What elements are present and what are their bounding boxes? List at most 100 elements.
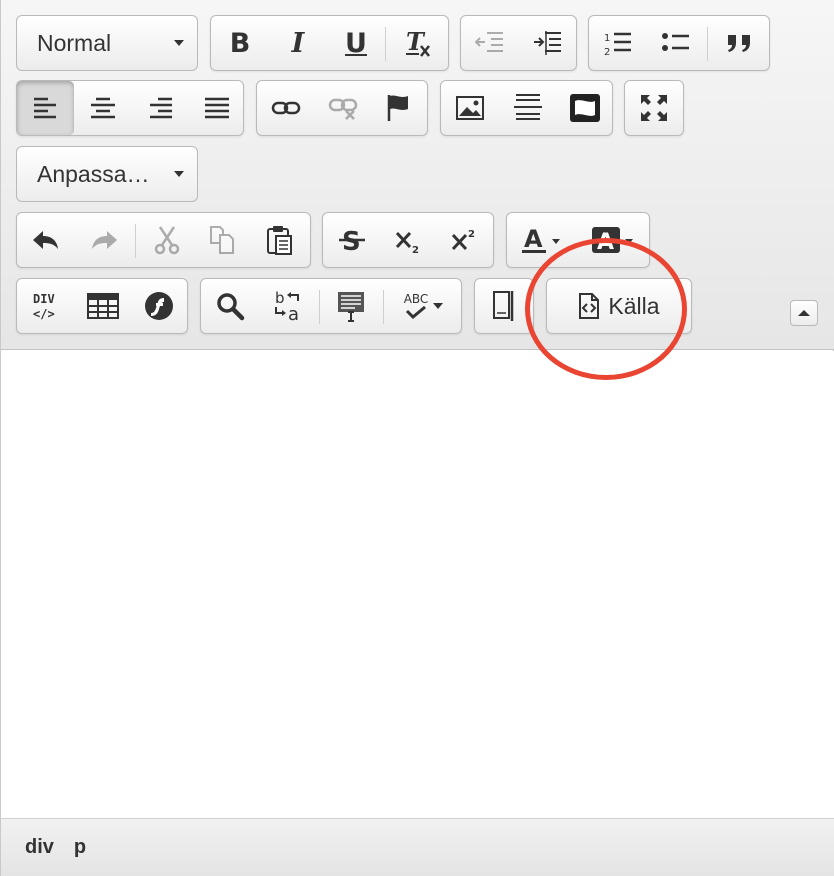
flash-icon <box>145 292 173 320</box>
unlink-button[interactable] <box>315 81 371 135</box>
background-color-button[interactable]: A <box>577 213 649 267</box>
clipboard-icon <box>267 226 292 255</box>
copy-button[interactable] <box>195 213 251 267</box>
collapse-toolbar-button[interactable] <box>790 300 818 326</box>
text-color-button[interactable]: A <box>507 213 577 267</box>
collapse-arrow-icon <box>798 310 810 316</box>
table-icon <box>87 293 119 319</box>
image-button[interactable] <box>441 81 499 135</box>
find-button[interactable] <box>201 279 259 333</box>
link-group <box>256 80 428 136</box>
create-div-button[interactable]: DIV </> <box>17 279 75 333</box>
bold-button[interactable]: B <box>211 16 269 70</box>
paste-button[interactable] <box>251 213 309 267</box>
spellcheck-button[interactable]: ABC <box>387 279 461 333</box>
replace-button[interactable]: b a <box>259 279 317 333</box>
source-code-icon <box>579 293 600 319</box>
redo-button[interactable] <box>75 213 133 267</box>
editor-toolbar: Normal B I U T 1 2 Anpassa… S 2 2 A A DI… <box>1 0 834 350</box>
show-blocks-icon <box>493 291 514 321</box>
svg-text:b: b <box>275 289 285 307</box>
show-blocks-button[interactable] <box>475 279 533 333</box>
separator <box>385 27 386 61</box>
subscript-button[interactable]: 2 <box>381 213 437 267</box>
spellcheck-label: ABC <box>403 292 429 306</box>
format-value: Normal <box>37 29 112 56</box>
increase-indent-button[interactable] <box>519 16 577 70</box>
italic-button[interactable]: I <box>269 16 327 70</box>
alignment-group <box>16 80 244 136</box>
strikethrough-button[interactable]: S <box>323 213 381 267</box>
source-button-label: Källa <box>608 292 660 319</box>
justify-button[interactable] <box>188 81 245 135</box>
iframe-icon <box>569 94 600 122</box>
link-icon <box>271 101 301 115</box>
align-left-button[interactable] <box>17 81 74 135</box>
flash-button[interactable] <box>131 279 187 333</box>
editor-content-area[interactable] <box>1 351 834 818</box>
replace-icon: b a <box>275 289 299 323</box>
horizontal-rule-icon <box>513 94 542 120</box>
bulleted-list-icon <box>662 33 689 51</box>
search-icon <box>217 293 245 321</box>
iframe-button[interactable] <box>556 81 613 135</box>
redo-icon <box>92 231 117 249</box>
select-all-button[interactable] <box>323 279 379 333</box>
outdent-icon <box>475 32 503 52</box>
anchor-button[interactable] <box>371 81 427 135</box>
spellcheck-icon: ABC <box>403 292 429 319</box>
link-button[interactable] <box>257 81 315 135</box>
maximize-button[interactable] <box>625 81 683 135</box>
insert-group <box>440 80 613 136</box>
remove-format-button[interactable]: T <box>389 16 447 70</box>
undo-button[interactable] <box>17 213 75 267</box>
svg-text:</>: </> <box>33 307 55 321</box>
align-right-icon <box>149 97 172 119</box>
table-button[interactable] <box>75 279 131 333</box>
separator <box>319 290 320 324</box>
justify-icon <box>204 97 229 119</box>
underline-icon: U <box>345 27 367 59</box>
italic-icon: I <box>291 27 305 59</box>
rich-text-editor: Normal B I U T 1 2 Anpassa… S 2 2 A A DI… <box>0 0 834 876</box>
cut-button[interactable] <box>139 213 195 267</box>
indent-group <box>460 15 577 71</box>
numbered-list-button[interactable]: 1 2 <box>589 16 647 70</box>
basic-styles-group: B I U T <box>210 15 449 71</box>
unlink-icon <box>328 98 358 120</box>
bulleted-list-button[interactable] <box>647 16 705 70</box>
blockquote-icon <box>728 35 750 52</box>
svg-text:1: 1 <box>604 33 610 44</box>
editing-group: b a ABC <box>200 278 462 334</box>
align-center-button[interactable] <box>74 81 131 135</box>
svg-text:a: a <box>288 304 299 323</box>
source-button[interactable]: Källa <box>547 279 691 333</box>
script-group: S 2 2 <box>322 212 494 268</box>
text-color-icon: A <box>522 225 560 253</box>
color-group: A A <box>506 212 650 268</box>
separator <box>383 290 384 324</box>
superscript-button[interactable]: 2 <box>437 213 493 267</box>
copy-icon <box>210 226 234 254</box>
format-dropdown-arrow-icon <box>174 40 184 46</box>
styles-dropdown-arrow-icon <box>174 171 184 177</box>
align-center-icon <box>90 97 115 119</box>
blockquote-button[interactable] <box>711 16 769 70</box>
strikethrough-icon: S <box>339 227 365 255</box>
decrease-indent-button[interactable] <box>461 16 519 70</box>
horizontal-rule-button[interactable] <box>499 81 556 135</box>
bold-icon: B <box>229 27 251 59</box>
element-path-bar: div p <box>1 818 834 876</box>
format-dropdown[interactable]: Normal <box>16 15 198 71</box>
path-item-p[interactable]: p <box>74 836 86 859</box>
undo-icon <box>33 231 58 249</box>
numbered-list-icon: 1 2 <box>604 32 631 57</box>
svg-text:2: 2 <box>604 47 610 57</box>
underline-button[interactable]: U <box>327 16 385 70</box>
show-blocks-group <box>474 278 534 334</box>
list-group: 1 2 <box>588 15 770 71</box>
spellcheck-arrow-icon <box>433 303 444 309</box>
styles-dropdown[interactable]: Anpassa… <box>16 146 198 202</box>
align-right-button[interactable] <box>131 81 188 135</box>
path-item-div[interactable]: div <box>25 836 54 859</box>
